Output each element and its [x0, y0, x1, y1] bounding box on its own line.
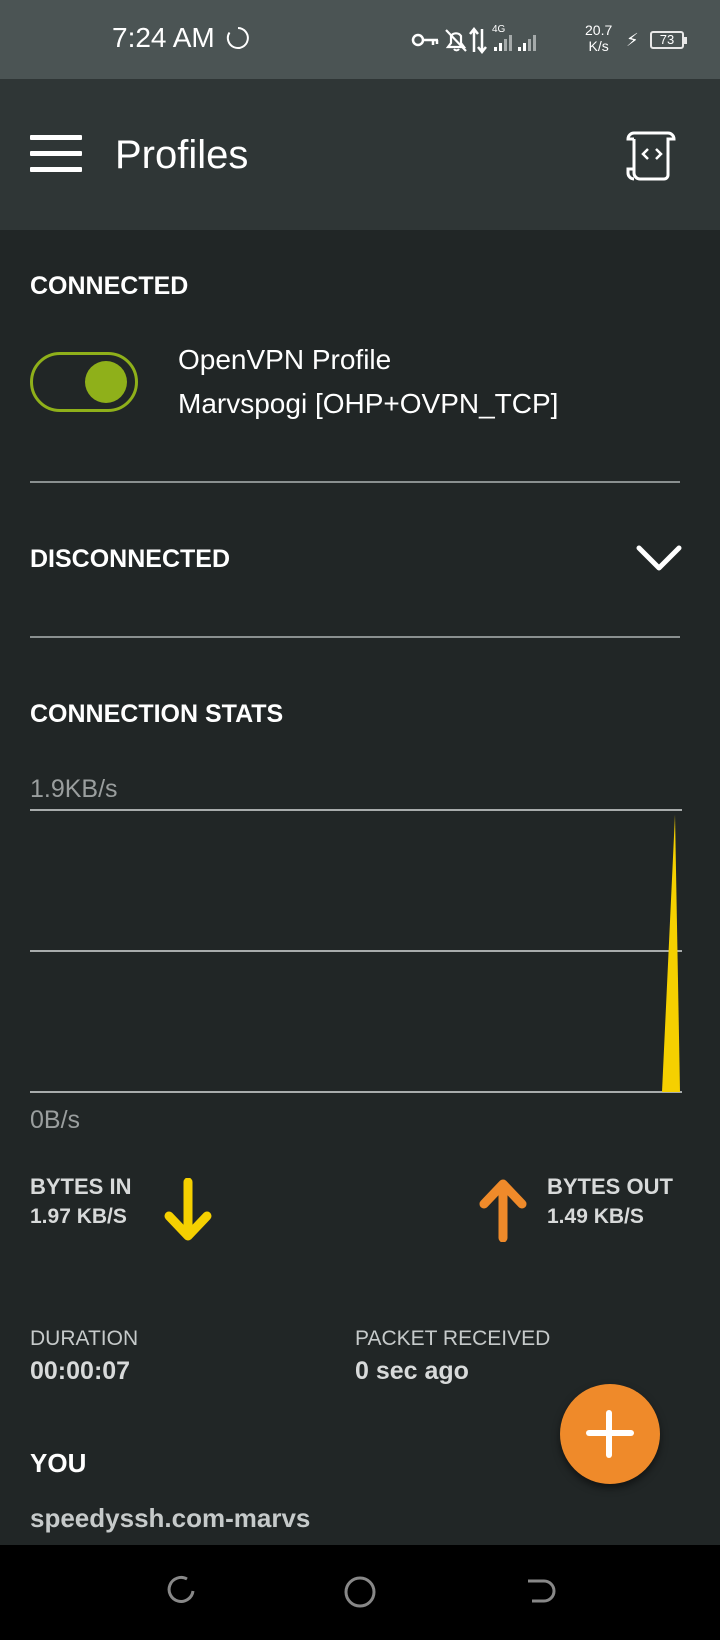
data-transfer-icon: [469, 26, 487, 55]
home-icon[interactable]: [343, 1575, 377, 1609]
arrow-down-icon: [164, 1178, 212, 1241]
you-header: YOU: [30, 1448, 87, 1478]
network-speed-unit: K/s: [588, 38, 609, 54]
toggle-knob: [85, 361, 127, 403]
vpn-key-icon: [411, 33, 439, 47]
recent-apps-icon[interactable]: [165, 1575, 197, 1607]
duration-value: 00:00:07: [30, 1357, 131, 1385]
divider: [30, 636, 680, 638]
bytes-in-label: BYTES IN: [30, 1174, 132, 1199]
divider: [30, 481, 680, 483]
menu-icon-line: [30, 167, 82, 172]
charging-icon: ⚡: [626, 30, 639, 50]
battery-level: 73: [659, 32, 675, 47]
app-bar: Profiles: [0, 79, 720, 230]
sync-icon: [226, 27, 249, 49]
you-value: speedyssh.com-marvs: [30, 1503, 311, 1533]
disconnected-header[interactable]: DISCONNECTED: [30, 545, 230, 574]
add-profile-button[interactable]: [560, 1384, 660, 1484]
import-profile-icon[interactable]: [624, 129, 680, 181]
packet-received-label: PACKET RECEIVED: [355, 1327, 551, 1350]
battery-icon: 73: [650, 31, 687, 49]
back-icon[interactable]: [524, 1575, 556, 1607]
network-type: 4G: [492, 24, 506, 35]
menu-icon-line: [30, 135, 82, 140]
status-icons: 4G: [411, 24, 536, 55]
profile-toggle[interactable]: [30, 352, 138, 412]
connection-stats-chart: [30, 809, 682, 1093]
connection-stats-header: CONNECTION STATS: [30, 700, 284, 728]
status-time: 7:24 AM: [112, 22, 215, 53]
network-speed-value: 20.7: [585, 22, 613, 38]
menu-button[interactable]: [30, 135, 82, 173]
bytes-in-value: 1.97 KB/S: [30, 1205, 127, 1228]
bytes-out-label: BYTES OUT: [547, 1174, 673, 1199]
network-speed: 20.7 K/s: [585, 22, 612, 54]
bytes-out-value: 1.49 KB/S: [547, 1205, 644, 1228]
navigation-bar: [0, 1545, 720, 1640]
signal-icon-2: [518, 35, 536, 51]
profile-name[interactable]: Marvspogi [OHP+OVPN_TCP]: [178, 388, 558, 420]
page-title: Profiles: [115, 133, 249, 177]
chart-series-area: [662, 814, 680, 1092]
connected-header: CONNECTED: [30, 272, 189, 300]
profile-type[interactable]: OpenVPN Profile: [178, 344, 391, 376]
status-bar: 7:24 AM 4G 20.7 K/s ⚡ 73: [0, 0, 720, 79]
notifications-off-icon: [445, 29, 467, 52]
chart-y-max-label: 1.9KB/s: [30, 775, 118, 803]
chevron-down-icon[interactable]: [636, 544, 682, 574]
menu-icon-line: [30, 151, 82, 156]
chart-y-min-label: 0B/s: [30, 1106, 81, 1134]
duration-label: DURATION: [30, 1327, 139, 1350]
arrow-up-icon: [479, 1179, 527, 1242]
signal-icon: [494, 35, 512, 51]
packet-received-value: 0 sec ago: [355, 1357, 469, 1385]
